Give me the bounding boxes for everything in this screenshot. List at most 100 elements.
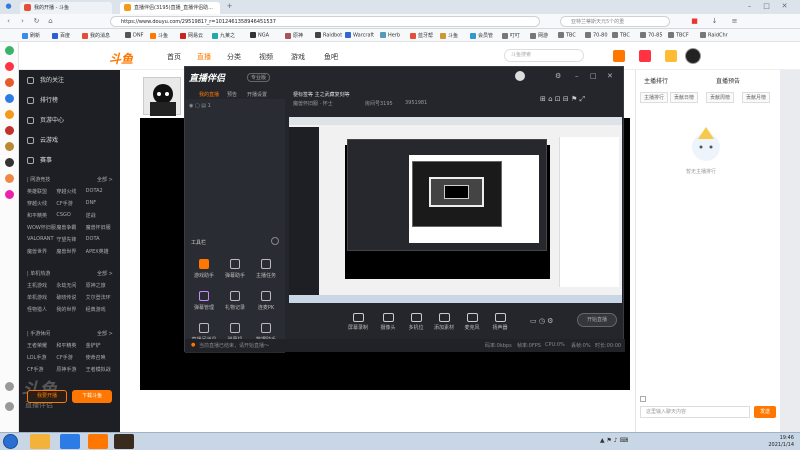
menu-item-esports[interactable]: 赛事	[27, 155, 52, 164]
sidebar-app-icon[interactable]	[5, 174, 14, 183]
new-tab-icon[interactable]: +	[225, 2, 234, 11]
game-link[interactable]: 穿越火线	[27, 200, 56, 207]
download-app-icon[interactable]	[639, 50, 651, 62]
sidebar-app-icon[interactable]	[5, 94, 14, 103]
sidebar-app-icon[interactable]	[5, 62, 14, 71]
bookmark-item[interactable]: 百度	[52, 32, 70, 39]
chat-tab[interactable]: 主播排行	[640, 92, 669, 103]
game-link[interactable]: 王者荣耀	[27, 342, 56, 349]
tool-pk[interactable]: 连麦PK	[251, 291, 281, 311]
game-link[interactable]: 守望先锋	[56, 236, 85, 243]
game-link[interactable]: 怪物猎人	[27, 306, 56, 313]
rank-title[interactable]: 主播排行	[644, 76, 668, 85]
tool-gift-log[interactable]: 礼物记录	[220, 291, 250, 311]
game-link[interactable]: 经典游戏	[86, 306, 115, 313]
sidebar-trash-icon[interactable]	[5, 402, 14, 411]
nav-item[interactable]: 视频	[259, 52, 273, 62]
game-link[interactable]: 单机游戏	[27, 294, 56, 301]
game-link[interactable]: 永劫无间	[56, 282, 85, 289]
game-link[interactable]: 我的世界	[56, 306, 85, 313]
extension-icon[interactable]: ■	[690, 17, 699, 26]
game-link[interactable]: APEX英雄	[86, 248, 115, 255]
game-link[interactable]: 魔兽世界	[56, 248, 85, 255]
bookmark-item[interactable]: 九莱之	[212, 32, 235, 39]
taskbar-app-explorer[interactable]	[30, 434, 50, 449]
game-link[interactable]: 和平精英	[56, 342, 85, 349]
game-link[interactable]: 英雄联盟	[27, 188, 56, 195]
stream-preview[interactable]	[289, 117, 622, 303]
browser-tab-1[interactable]: 我的开播 - 斗鱼	[20, 2, 112, 14]
sidebar-app-icon[interactable]	[5, 142, 14, 151]
download-icon[interactable]: ↓	[710, 17, 719, 26]
game-link[interactable]: 破晓传说	[56, 294, 85, 301]
game-link[interactable]: 金铲铲	[86, 342, 115, 349]
menu-icon[interactable]: ≡	[730, 17, 739, 26]
nav-item[interactable]: 首页	[167, 52, 181, 62]
game-link[interactable]: 原神手游	[56, 366, 85, 373]
chat-tab[interactable]: 贡献月榜	[742, 92, 771, 103]
tool-host-tasks[interactable]: 主播任务	[251, 259, 281, 279]
taskbar-app-wow[interactable]	[114, 434, 134, 449]
tool-game-assistant[interactable]: 游戏助手	[189, 259, 219, 279]
game-link[interactable]: 魔兽怀旧服	[86, 224, 115, 231]
bookmark-item[interactable]: 70-85	[640, 32, 663, 39]
user-avatar[interactable]	[685, 48, 701, 64]
game-link[interactable]: 原神之旅	[86, 282, 115, 289]
url-input[interactable]: https://www.douyu.com/2951981?_r=1012461…	[110, 16, 540, 27]
ctrl-speaker[interactable]: 扬声器	[487, 313, 513, 331]
bookmark-item[interactable]: 刷新	[22, 32, 40, 39]
game-link[interactable]: CF手游	[56, 354, 85, 361]
section-more-link[interactable]: 全部 >	[97, 176, 113, 183]
message-icon[interactable]	[665, 50, 677, 62]
bookmark-item[interactable]: 70-80	[585, 32, 608, 39]
game-link[interactable]: 魔兽世界	[27, 248, 56, 255]
bookmark-item[interactable]: Warcraft	[345, 32, 374, 39]
bookmark-item[interactable]: 蓝牙帮	[410, 32, 433, 39]
ctrl-add-source[interactable]: 添加素材	[431, 313, 457, 331]
close-icon[interactable]: ✕	[607, 72, 613, 80]
minimize-icon[interactable]: –	[745, 2, 754, 11]
section-more-link[interactable]: 全部 >	[97, 270, 113, 277]
section-more-link[interactable]: 全部 >	[97, 330, 113, 337]
chat-input[interactable]: 这里输入聊天内容	[640, 406, 750, 418]
minimize-icon[interactable]: –	[575, 72, 579, 80]
browser-tab-2[interactable]: 直播伴侣(3195)直播_直播伴侣助...	[120, 2, 220, 14]
menu-item-rank[interactable]: 排行榜	[27, 95, 58, 104]
game-link[interactable]: LOL手游	[27, 354, 56, 361]
bookmark-item[interactable]: 叮叮	[502, 32, 520, 39]
clock[interactable]: 19:46 2021/1/14	[768, 435, 794, 449]
home-icon[interactable]: ⌂	[46, 17, 55, 26]
browser-logo-icon[interactable]: ●	[4, 2, 13, 11]
bookmark-item[interactable]: 会员管	[470, 32, 493, 39]
menu-item-cloudgame[interactable]: 云游戏	[27, 135, 58, 144]
game-link[interactable]: DOTA	[86, 236, 115, 243]
tool-danmaku-manage[interactable]: 弹幕管理	[189, 291, 219, 311]
bookmark-item[interactable]: 斗鱼	[150, 32, 168, 39]
sidebar-app-icon[interactable]	[5, 78, 14, 87]
sidebar-app-icon[interactable]	[5, 190, 14, 199]
maximize-icon[interactable]: □	[590, 72, 597, 80]
tab-my-live[interactable]: 我的直播	[199, 91, 219, 98]
download-button[interactable]: 下载斗鱼	[72, 390, 112, 403]
tab-preview[interactable]: 预告	[227, 91, 237, 98]
settings-icon[interactable]: ⚙	[555, 72, 561, 80]
bookmark-item[interactable]: 网易云	[180, 32, 203, 39]
forward-icon[interactable]: ›	[18, 17, 27, 26]
chat-tab[interactable]: 贡献周榜	[706, 92, 735, 103]
game-link[interactable]: 艾尔登法环	[86, 294, 115, 301]
ctrl-screen-capture[interactable]: 屏幕录制	[345, 313, 371, 331]
bookmark-item[interactable]: 网游	[530, 32, 548, 39]
sidebar-app-icon[interactable]	[5, 46, 14, 55]
game-link[interactable]: CF手游	[27, 366, 56, 373]
bookmark-item[interactable]: 原神	[285, 32, 303, 39]
go-live-button[interactable]: 我要开播	[27, 390, 67, 403]
ctrl-camera[interactable]: 摄像头	[375, 313, 401, 331]
site-search-input[interactable]: 斗鱼搜索	[504, 49, 584, 62]
taskbar-app-browser[interactable]	[60, 434, 80, 449]
game-link[interactable]: DNF	[86, 200, 115, 207]
bookmark-item[interactable]: 斗鱼	[440, 32, 458, 39]
bookmark-item[interactable]: Herb	[380, 32, 400, 39]
game-link[interactable]: CF手游	[56, 200, 85, 207]
game-link[interactable]: 和平精英	[27, 212, 56, 219]
bookmark-item[interactable]: TBCF	[668, 32, 689, 39]
